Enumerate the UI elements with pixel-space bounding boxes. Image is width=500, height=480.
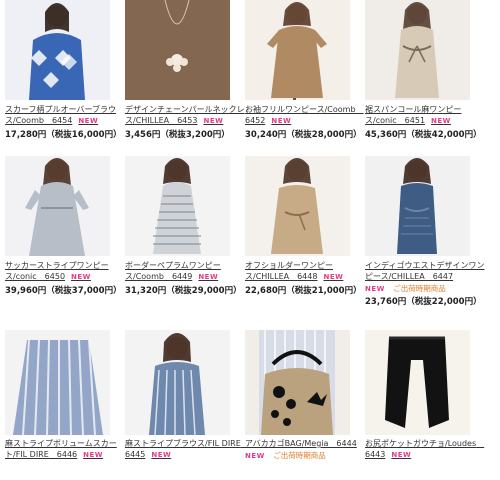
- product-image[interactable]: [5, 0, 110, 100]
- product-card[interactable]: 麻ストライプボリュームスカート/FIL DIRE 6446 NEW: [5, 330, 125, 480]
- product-photo: [125, 156, 230, 256]
- product-image[interactable]: [245, 330, 350, 435]
- product-card[interactable]: お尻ポケットガウチョ/Loudes 6443 NEW: [365, 330, 485, 480]
- product-name[interactable]: 麻ストライプボリュームスカート/FIL DIRE 6446 NEW: [5, 438, 125, 461]
- product-card[interactable]: デザインチェーンパールネックレス/CHILLEA 6453 NEW 3,456円（…: [125, 0, 245, 150]
- product-price: 39,960円（税抜37,000円）: [5, 286, 122, 296]
- product-name[interactable]: サッカーストライプワンピース/conic 6450 NEW: [5, 260, 125, 283]
- product-card[interactable]: ボーダーペプラムワンピース/Coomb 6449 NEW 31,320円（税抜29…: [125, 156, 245, 306]
- product-photo: [5, 0, 110, 100]
- product-name[interactable]: 麻ストライプブラウス/FIL DIRE 6445 NEW: [125, 438, 249, 461]
- new-badge: NEW: [323, 273, 344, 281]
- new-badge: NEW: [245, 452, 265, 460]
- product-photo: [5, 156, 110, 256]
- new-badge: NEW: [391, 451, 412, 459]
- product-name[interactable]: ボーダーペプラムワンピース/Coomb 6449 NEW: [125, 260, 245, 283]
- new-badge: NEW: [71, 273, 91, 281]
- product-price: 3,456円（税抜3,200円）: [125, 130, 230, 140]
- product-photo: [125, 330, 230, 435]
- product-price: 45,360円（税抜42,000円）: [365, 130, 482, 140]
- product-price: 22,680円（税抜21,000円）: [245, 286, 362, 296]
- product-image[interactable]: [125, 156, 230, 256]
- product-card[interactable]: スカーフ柄プルオーバーブラウス/Coomb 6454 NEW 17,280円（税抜…: [5, 0, 125, 150]
- product-name[interactable]: オフショルダーワンピース/CHILLEA 6448 NEW: [245, 260, 365, 283]
- product-card[interactable]: サッカーストライプワンピース/conic 6450 NEW 39,960円（税抜3…: [5, 156, 125, 306]
- product-card[interactable]: アバカカゴBAG/Megia 6444 NEW ご出荷時期商品: [245, 330, 365, 480]
- product-card[interactable]: オフショルダーワンピース/CHILLEA 6448 NEW 22,680円（税抜2…: [245, 156, 365, 306]
- new-badge: NEW: [78, 117, 99, 125]
- product-image[interactable]: [365, 156, 470, 256]
- product-card[interactable]: インディゴウエストデザインワンピース/CHILLEA 6447 NEW ご出荷時…: [365, 156, 485, 307]
- product-price: 17,280円（税抜16,000円）: [5, 130, 122, 140]
- new-badge: NEW: [271, 117, 292, 125]
- product-image[interactable]: [125, 330, 230, 435]
- product-card[interactable]: 麻ストライプブラウス/FIL DIRE 6445 NEW: [125, 330, 249, 480]
- product-image[interactable]: [5, 156, 110, 256]
- product-image[interactable]: [365, 330, 470, 435]
- product-photo: [245, 156, 350, 256]
- new-badge: NEW: [431, 117, 451, 125]
- product-image[interactable]: [245, 156, 350, 256]
- product-name[interactable]: インディゴウエストデザインワンピース/CHILLEA 6447: [365, 260, 485, 282]
- product-price: 31,320円（税抜29,000円）: [125, 286, 242, 296]
- product-image[interactable]: [125, 0, 230, 100]
- product-price: 23,760円（税抜22,000円）: [365, 297, 482, 307]
- product-meta: NEW ご出荷時期商品: [365, 284, 485, 294]
- product-image[interactable]: [245, 0, 350, 100]
- product-price: 30,240円（税抜28,000円）: [245, 130, 362, 140]
- product-photo: [5, 330, 110, 435]
- product-name[interactable]: スカーフ柄プルオーバーブラウス/Coomb 6454 NEW: [5, 104, 125, 127]
- product-name[interactable]: 裾スパンコール麻ワンピース/conic 6451 NEW: [365, 104, 485, 127]
- product-photo: [245, 0, 350, 100]
- product-meta: NEW ご出荷時期商品: [245, 451, 365, 461]
- new-badge: NEW: [151, 451, 172, 459]
- product-photo: [125, 0, 230, 100]
- new-badge: NEW: [203, 117, 224, 125]
- product-card[interactable]: お袖フリルワンピース/Coomb 6452 NEW 30,240円（税抜28,00…: [245, 0, 365, 150]
- new-badge: NEW: [365, 285, 385, 293]
- product-photo: [245, 330, 350, 435]
- product-image[interactable]: [5, 330, 110, 435]
- shipping-note: ご出荷時期商品: [393, 284, 446, 293]
- product-name[interactable]: アバカカゴBAG/Megia 6444: [245, 438, 365, 449]
- product-photo: [365, 0, 470, 100]
- product-name[interactable]: デザインチェーンパールネックレス/CHILLEA 6453 NEW: [125, 104, 245, 127]
- product-card[interactable]: 裾スパンコール麻ワンピース/conic 6451 NEW 45,360円（税抜42…: [365, 0, 485, 150]
- product-name[interactable]: お袖フリルワンピース/Coomb 6452 NEW: [245, 104, 365, 127]
- product-photo: [365, 156, 470, 256]
- product-photo: [365, 330, 470, 435]
- new-badge: NEW: [83, 451, 104, 459]
- new-badge: NEW: [198, 273, 219, 281]
- product-name[interactable]: お尻ポケットガウチョ/Loudes 6443 NEW: [365, 438, 485, 461]
- shipping-note: ご出荷時期商品: [273, 451, 326, 460]
- product-image[interactable]: [365, 0, 470, 100]
